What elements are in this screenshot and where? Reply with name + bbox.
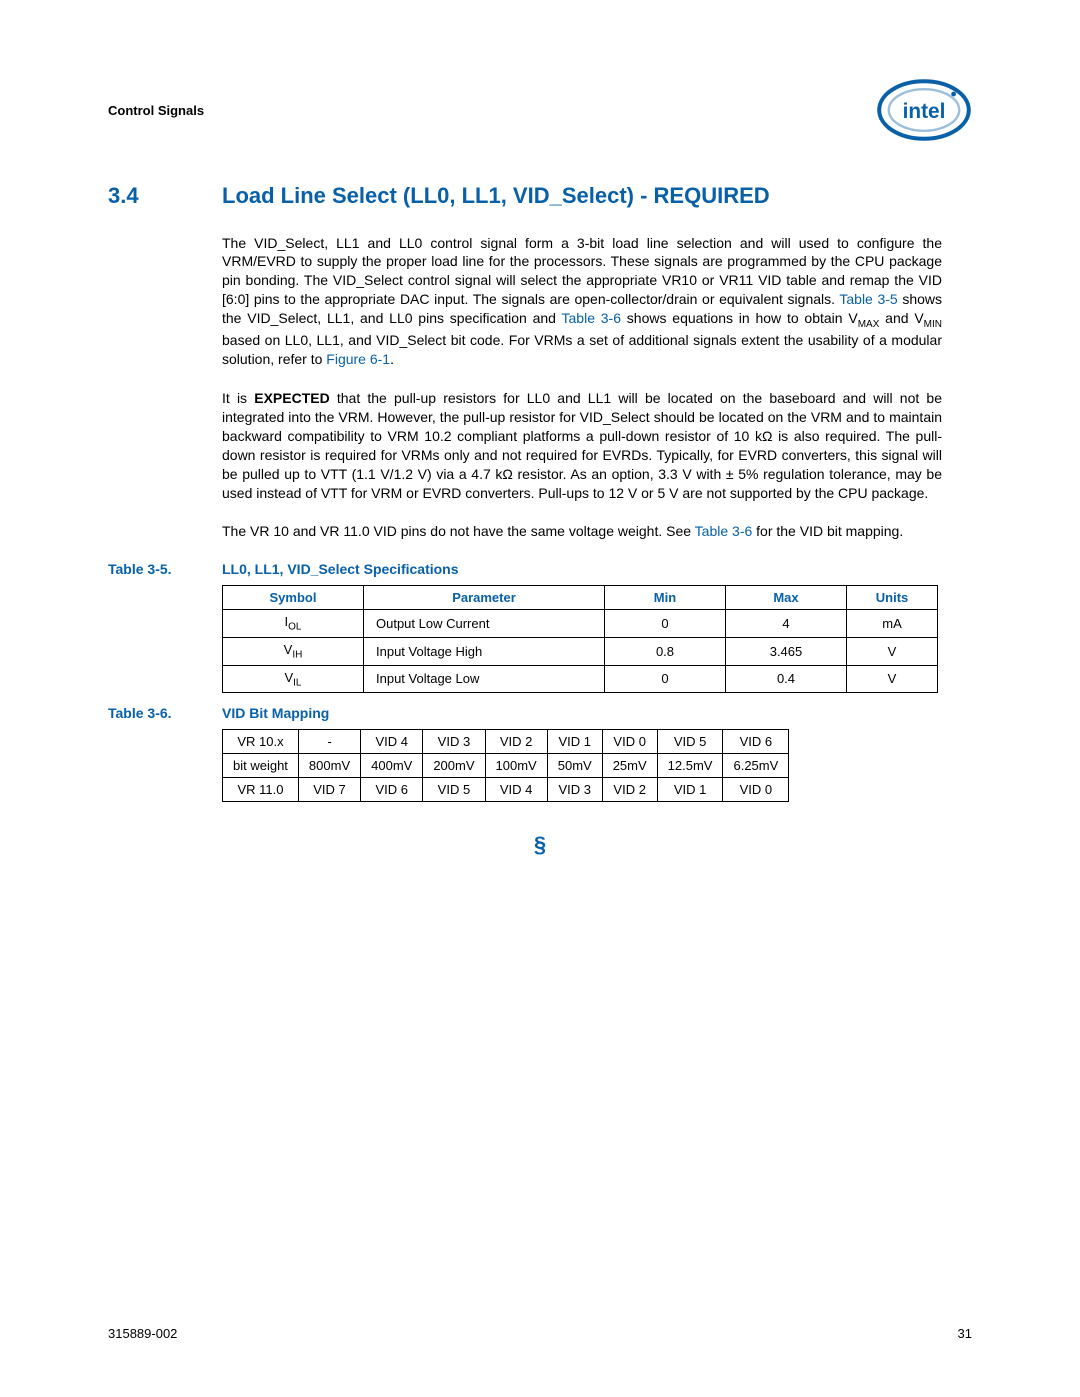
cell: 400mV	[361, 754, 423, 778]
text: that the pull-up resistors for LL0 and L…	[222, 390, 942, 500]
svg-text:intel: intel	[903, 100, 946, 123]
cell-parameter: Output Low Current	[364, 610, 605, 638]
table-row: bit weight 800mV 400mV 200mV 100mV 50mV …	[223, 754, 789, 778]
table-3-5-label: Table 3-5.	[108, 561, 222, 577]
cell-units: V	[847, 637, 938, 665]
cell: 800mV	[298, 754, 360, 778]
cell: VID 4	[361, 730, 423, 754]
cell-symbol: IOL	[223, 610, 364, 638]
xref-table-3-6[interactable]: Table 3-6	[562, 310, 622, 326]
section-number: 3.4	[108, 182, 222, 210]
footer-doc-number: 315889-002	[108, 1326, 177, 1341]
th-max: Max	[726, 586, 847, 610]
subscript: MAX	[858, 319, 880, 330]
cell: VID 3	[547, 778, 602, 802]
cell: VID 7	[298, 778, 360, 802]
cell-min: 0	[605, 610, 726, 638]
table-row: IOL Output Low Current 0 4 mA	[223, 610, 938, 638]
cell: VID 5	[657, 730, 723, 754]
section-title: Load Line Select (LL0, LL1, VID_Select) …	[222, 182, 770, 210]
cell: 50mV	[547, 754, 602, 778]
table-3-6: VR 10.x - VID 4 VID 3 VID 2 VID 1 VID 0 …	[222, 729, 789, 802]
cell-symbol: VIH	[223, 637, 364, 665]
cell: 100mV	[485, 754, 547, 778]
cell: VID 2	[602, 778, 657, 802]
xref-figure-6-1[interactable]: Figure 6-1	[326, 351, 390, 367]
cell: 12.5mV	[657, 754, 723, 778]
cell: VID 1	[547, 730, 602, 754]
paragraph-2: It is EXPECTED that the pull-up resistor…	[222, 389, 942, 502]
table-3-6-label: Table 3-6.	[108, 705, 222, 721]
cell: VID 6	[723, 730, 789, 754]
text: It is	[222, 390, 254, 406]
text: The VID_Select, LL1 and LL0 control sign…	[222, 235, 942, 308]
table-row: VR 11.0 VID 7 VID 6 VID 5 VID 4 VID 3 VI…	[223, 778, 789, 802]
intel-logo-icon: intel	[876, 78, 972, 142]
cell-parameter: Input Voltage High	[364, 637, 605, 665]
table-3-5-title: LL0, LL1, VID_Select Specifications	[222, 561, 459, 577]
table-3-6-title: VID Bit Mapping	[222, 705, 329, 721]
cell: 200mV	[423, 754, 485, 778]
cell-min: 0	[605, 665, 726, 693]
cell: VID 0	[602, 730, 657, 754]
cell: bit weight	[223, 754, 299, 778]
paragraph-1: The VID_Select, LL1 and LL0 control sign…	[222, 234, 942, 370]
cell: 25mV	[602, 754, 657, 778]
cell: VID 1	[657, 778, 723, 802]
expected-bold: EXPECTED	[254, 390, 329, 406]
xref-table-3-5[interactable]: Table 3-5	[839, 291, 897, 307]
cell-max: 4	[726, 610, 847, 638]
cell: VR 10.x	[223, 730, 299, 754]
cell: 6.25mV	[723, 754, 789, 778]
cell: VID 3	[423, 730, 485, 754]
subscript: MIN	[924, 319, 942, 330]
table-row: Symbol Parameter Min Max Units	[223, 586, 938, 610]
th-symbol: Symbol	[223, 586, 364, 610]
text: .	[390, 351, 394, 367]
text: shows equations in how to obtain V	[621, 310, 858, 326]
cell: VID 4	[485, 778, 547, 802]
th-parameter: Parameter	[364, 586, 605, 610]
cell: VR 11.0	[223, 778, 299, 802]
xref-table-3-6[interactable]: Table 3-6	[695, 523, 753, 539]
th-units: Units	[847, 586, 938, 610]
cell-parameter: Input Voltage Low	[364, 665, 605, 693]
table-row: VIH Input Voltage High 0.8 3.465 V	[223, 637, 938, 665]
paragraph-3: The VR 10 and VR 11.0 VID pins do not ha…	[222, 522, 942, 541]
footer-page-number: 31	[958, 1326, 972, 1341]
running-header: Control Signals	[108, 103, 204, 118]
text: The VR 10 and VR 11.0 VID pins do not ha…	[222, 523, 695, 539]
cell-symbol: VIL	[223, 665, 364, 693]
cell: VID 2	[485, 730, 547, 754]
cell: VID 6	[361, 778, 423, 802]
cell: -	[298, 730, 360, 754]
text: and V	[879, 310, 923, 326]
cell: VID 0	[723, 778, 789, 802]
table-row: VIL Input Voltage Low 0 0.4 V	[223, 665, 938, 693]
cell-min: 0.8	[605, 637, 726, 665]
cell-units: V	[847, 665, 938, 693]
table-row: VR 10.x - VID 4 VID 3 VID 2 VID 1 VID 0 …	[223, 730, 789, 754]
cell-max: 3.465	[726, 637, 847, 665]
cell-max: 0.4	[726, 665, 847, 693]
cell: VID 5	[423, 778, 485, 802]
text: for the VID bit mapping.	[752, 523, 903, 539]
section-end-mark: §	[108, 832, 972, 858]
th-min: Min	[605, 586, 726, 610]
table-3-5: Symbol Parameter Min Max Units IOL Outpu…	[222, 585, 938, 693]
cell-units: mA	[847, 610, 938, 638]
